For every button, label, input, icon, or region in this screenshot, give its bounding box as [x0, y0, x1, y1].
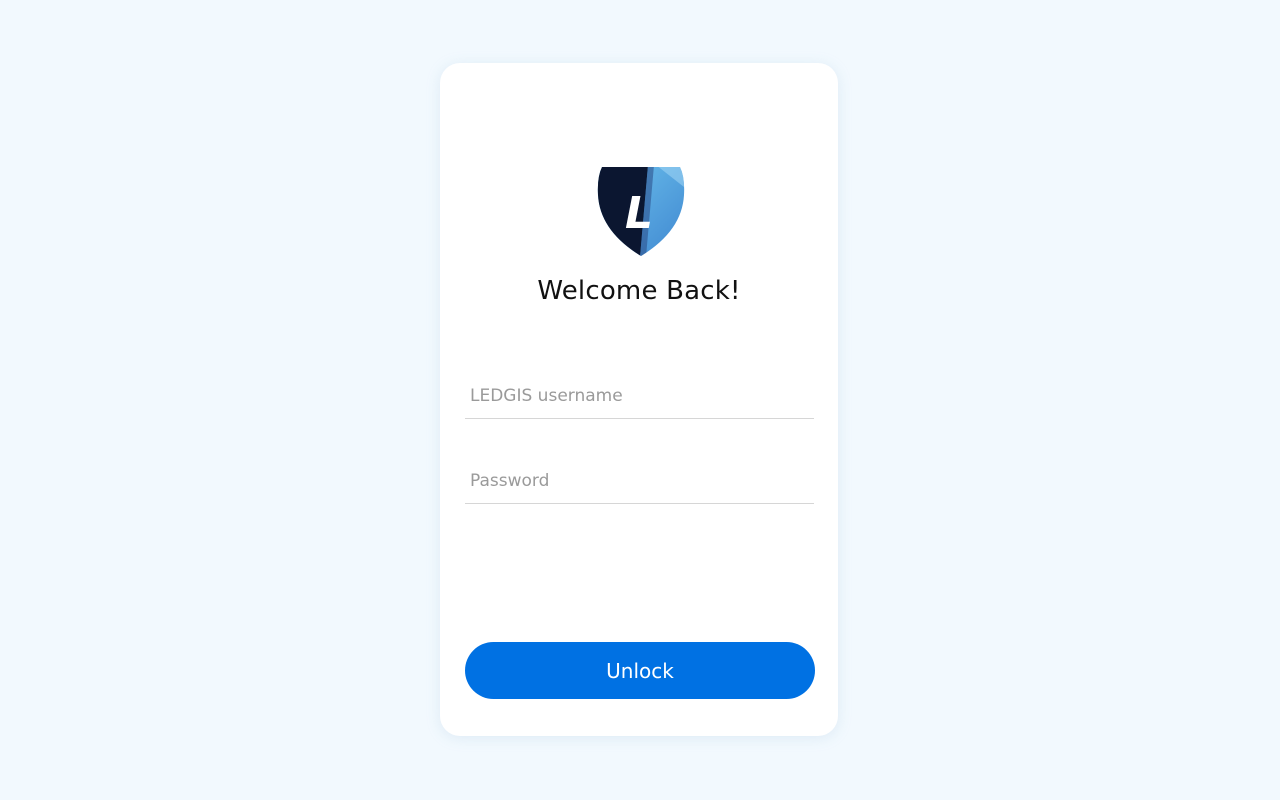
password-input[interactable] — [470, 467, 808, 495]
username-input[interactable] — [470, 382, 808, 410]
logo-letter: L — [625, 188, 653, 239]
username-field — [465, 374, 814, 419]
ledgis-logo-icon: L — [596, 165, 686, 257]
unlock-button[interactable]: Unlock — [465, 642, 815, 699]
page-title: Welcome Back! — [537, 276, 741, 306]
password-field — [465, 459, 814, 504]
login-card: L Welcome Back! Unlock — [440, 63, 838, 736]
